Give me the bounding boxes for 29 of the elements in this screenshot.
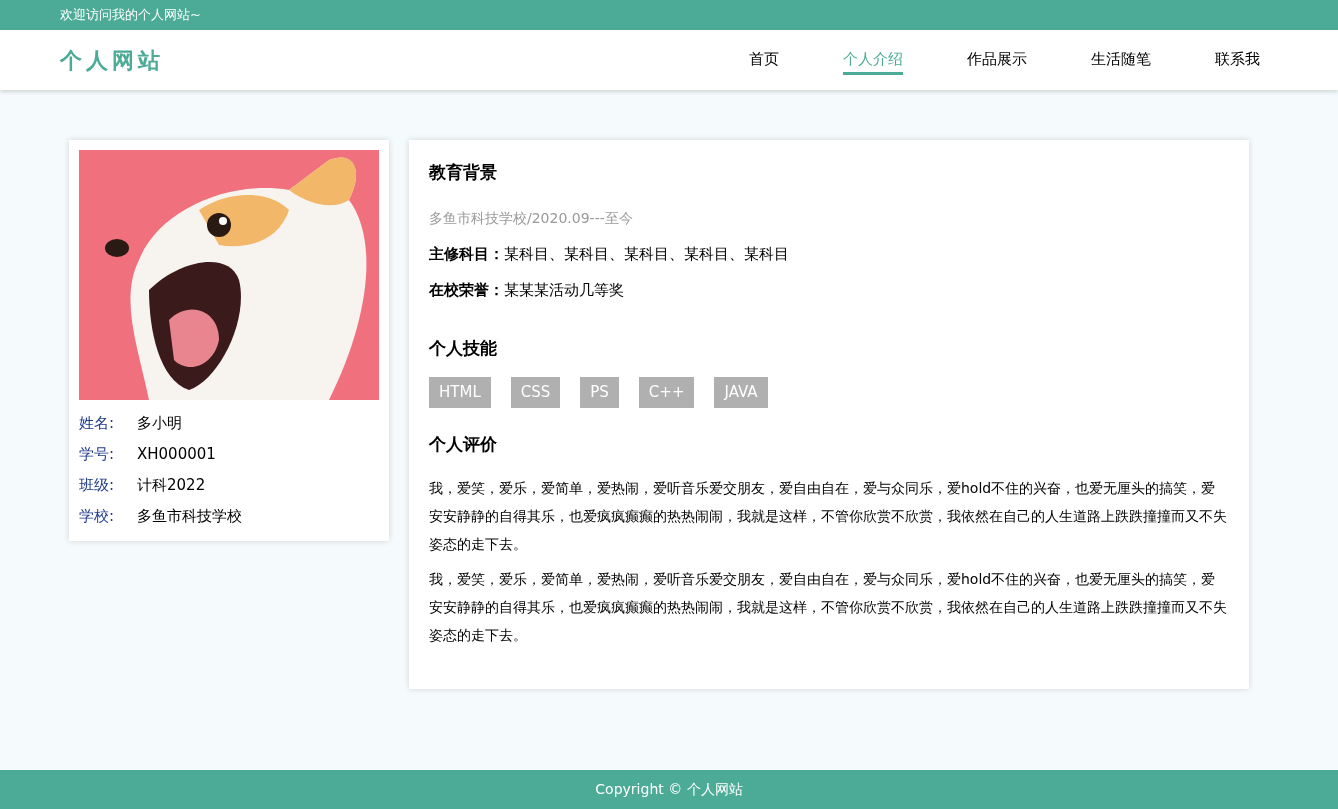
field-label: 班级: — [79, 475, 116, 496]
copyright-text: Copyright © 个人网站 — [595, 780, 743, 799]
nav-link[interactable]: 生活随笔 — [1091, 44, 1151, 76]
skill-tag: HTML — [429, 377, 491, 408]
section-title: 个人技能 — [429, 336, 498, 360]
skill-tag: CSS — [510, 377, 561, 408]
paragraph: 我，爱笑，爱乐，爱简单，爱热闹，爱听音乐爱交朋友，爱自由自在，爱与众同乐，爱hold不住的兴奋，也爱无厘头的搞笑，爱安安静静的自得其乐，也爱疯疯癫癫的热热闹闹，我就是这样，不管你欣赏不欣赏，我依然在自己的人生道路上跌跌撞撞而又不失姿态的走下去。 — [429, 569, 1228, 645]
section-title: 教育背景 — [429, 161, 498, 184]
skill-tag: JAVA — [714, 377, 768, 408]
field-value: 多小明 — [137, 413, 182, 434]
field-value: XH000001 — [137, 444, 216, 465]
item-label: 主修科目： — [429, 243, 504, 265]
item-label: 在校荣誉： — [429, 280, 504, 301]
nav-link[interactable]: 首页 — [749, 44, 779, 76]
section-title: 个人评价 — [429, 433, 498, 456]
field-label: 姓名: — [79, 413, 116, 434]
item-value: 某科目、某科目、某科目、某科目、某科目 — [504, 243, 789, 265]
school-period: 多鱼市科技学校/2020.09---至今 — [429, 208, 634, 228]
nav-link[interactable]: 作品展示 — [967, 44, 1027, 76]
welcome-text: 欢迎访问我的个人网站~ — [60, 6, 201, 25]
field-label: 学号: — [79, 444, 116, 465]
field-value: 多鱼市科技学校 — [137, 506, 242, 527]
item-value: 某某某活动几等奖 — [504, 280, 624, 301]
skill-tag: PS — [580, 377, 619, 408]
skill-tag: C++ — [638, 377, 695, 408]
paragraph: 我，爱笑，爱乐，爱简单，爱热闹，爱听音乐爱交朋友，爱自由自在，爱与众同乐，爱hold不住的兴奋，也爱无厘头的搞笑，爱安安静静的自得其乐，也爱疯疯癫癫的热热闹闹，我就是这样，不管你欣赏不欣赏，我依然在自己的人生道路上跌跌撞撞而又不失姿态的走下去。 — [429, 478, 1228, 554]
field-label: 学校: — [79, 506, 116, 527]
field-value: 计科2022 — [137, 475, 206, 496]
nav-link[interactable]: 联系我 — [1215, 44, 1260, 76]
